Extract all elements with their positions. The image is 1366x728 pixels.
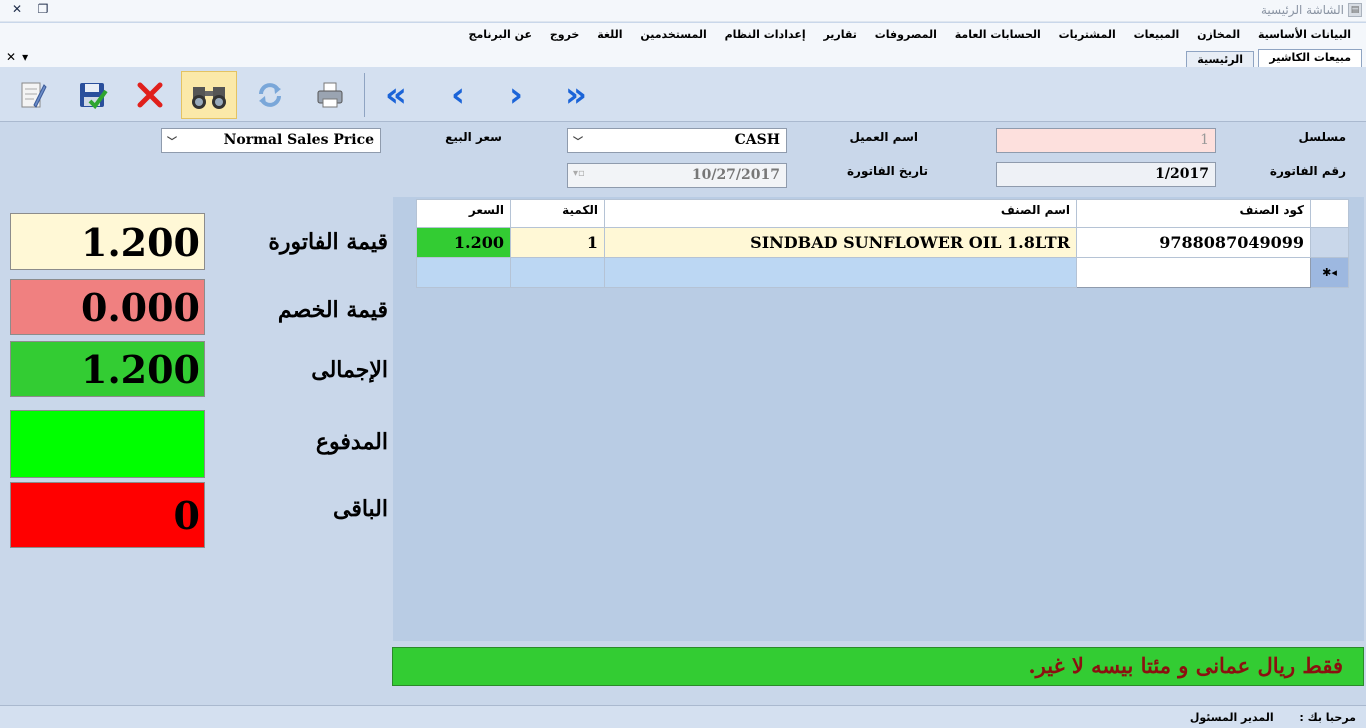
tab-strip: ✕ ▾ مبيعات الكاشير الرئيسية [0,47,1366,67]
restore-window-button[interactable]: ❐ [30,2,56,16]
new-cell-quantity[interactable] [510,257,605,288]
customer-select[interactable]: ﹀ CASH [567,128,787,153]
menu-general-accounts[interactable]: الحسابات العامة [948,23,1048,46]
total-value-label: الإجمالى [311,357,388,383]
app-icon: ▤ [1348,3,1362,17]
invoice-number-field[interactable]: 1/2017 [996,162,1216,187]
refresh-icon [259,83,281,107]
invoice-value-display: 1.200 [10,213,205,270]
customer-value: CASH [734,132,780,148]
window-controls: ✕ ❐ [4,2,56,16]
discount-value-display: 0.000 [10,279,205,335]
invoice-date-label: تاريخ الفاتورة [846,164,928,178]
invoice-date-value: 10/27/2017 [691,167,780,183]
remaining-amount-label: الباقى [332,496,388,522]
price-type-select[interactable]: ﹀ Normal Sales Price [161,128,381,153]
new-cell-item-name[interactable] [604,257,1077,288]
menu-expenses[interactable]: المصروفات [868,23,944,46]
cell-item-code[interactable]: 9788087049099 [1076,227,1311,258]
column-header-item-code[interactable]: كود الصنف [1076,199,1311,228]
total-value-display: 1.200 [10,341,205,397]
remaining-amount-display: 0 [10,482,205,548]
chevron-down-icon: ﹀ [167,137,177,148]
delete-button[interactable] [122,71,178,119]
invoice-number-label: رقم الفاتورة [1269,164,1346,178]
cell-quantity[interactable]: 1 [510,227,605,258]
menu-warehouses[interactable]: المخازن [1190,23,1247,46]
welcome-label: مرحبا بك : [1299,711,1356,724]
tab-controls: ✕ ▾ [6,50,34,64]
customer-label: اسم العميل [849,130,918,144]
new-cell-price[interactable] [416,257,511,288]
menu-basic-data[interactable]: البيانات الأساسية [1251,23,1358,46]
cell-price[interactable]: 1.200 [416,227,511,258]
search-button[interactable] [181,71,237,119]
menu-users[interactable]: المستخدمين [633,23,713,46]
next-record-button[interactable]: › [488,73,544,117]
menu-language[interactable]: اللغة [590,23,629,46]
menu-about[interactable]: عن البرنامج [462,23,539,46]
tab-menu-icon[interactable]: ▾ [22,50,28,64]
cell-item-name[interactable]: SINDBAD SUNFLOWER OIL 1.8LTR [604,227,1077,258]
new-row[interactable]: ✱◂ [416,257,1349,288]
window-title: الشاشة الرئيسية [1261,3,1344,17]
print-button[interactable] [302,71,358,119]
title-bar: ✕ ❐ الشاشة الرئيسية ▤ [0,0,1366,22]
amount-in-words-banner: فقط ريال عمانى و مئتا بيسه لا غير. [392,647,1364,686]
status-bar: مرحبا بك : المدير المسئول [0,705,1366,728]
price-type-label: سعر البيع [445,130,502,144]
paid-amount-label: المدفوع [315,429,388,455]
current-user-name: المدير المسئول [1189,711,1274,724]
grid-header-row: السعر الكمية اسم الصنف كود الصنف [416,199,1349,228]
serial-label: مسلسل [1298,130,1346,144]
edit-icon [21,82,47,108]
chevron-down-icon: ﹀ [573,137,583,148]
price-type-value: Normal Sales Price [223,132,374,148]
menu-system-settings[interactable]: إعدادات النظام [718,23,813,46]
menu-purchases[interactable]: المشتريات [1052,23,1123,46]
column-header-quantity[interactable]: الكمية [510,199,605,228]
amount-in-words-text: فقط ريال عمانى و مئتا بيسه لا غير. [1028,653,1343,678]
new-row-marker-icon: ✱◂ [1310,257,1349,288]
save-button[interactable] [64,71,120,119]
menu-sales[interactable]: المبيعات [1127,23,1187,46]
invoice-date-picker[interactable]: ▾▫ 10/27/2017 [567,163,787,188]
discount-value-label: قيمة الخصم [277,297,388,323]
close-tab-icon[interactable]: ✕ [6,50,16,64]
paid-amount-input[interactable] [10,410,205,478]
delete-icon [137,82,163,108]
new-cell-item-code[interactable] [1076,257,1311,288]
calendar-icon: ▾▫ [573,168,585,179]
tab-home[interactable]: الرئيسية [1186,51,1254,67]
row-selector[interactable] [1310,227,1349,258]
tab-cashier-sales[interactable]: مبيعات الكاشير [1258,49,1362,67]
invoice-value-label: قيمة الفاتورة [268,229,388,255]
menu-reports[interactable]: تقارير [816,23,863,46]
refresh-button[interactable] [242,71,298,119]
last-record-button[interactable]: » [548,73,604,117]
menu-bar: البيانات الأساسية المخازن المبيعات المشت… [0,23,1366,47]
save-icon [80,83,108,110]
toolbar: « ‹ › » [0,67,1366,122]
print-icon [317,82,343,108]
items-grid: السعر الكمية اسم الصنف كود الصنف 1.200 1… [416,199,1349,288]
row-selector-header [1310,199,1349,228]
search-icon [192,87,226,109]
column-header-item-name[interactable]: اسم الصنف [604,199,1077,228]
column-header-price[interactable]: السعر [416,199,511,228]
serial-field[interactable]: 1 [996,128,1216,153]
edit-button[interactable] [4,71,60,119]
previous-record-button[interactable]: ‹ [430,73,486,117]
menu-exit[interactable]: خروج [543,23,587,46]
first-record-button[interactable]: « [368,73,424,117]
close-window-button[interactable]: ✕ [4,2,30,16]
table-row[interactable]: 1.200 1 SINDBAD SUNFLOWER OIL 1.8LTR 978… [416,227,1349,258]
toolbar-separator [364,73,365,117]
